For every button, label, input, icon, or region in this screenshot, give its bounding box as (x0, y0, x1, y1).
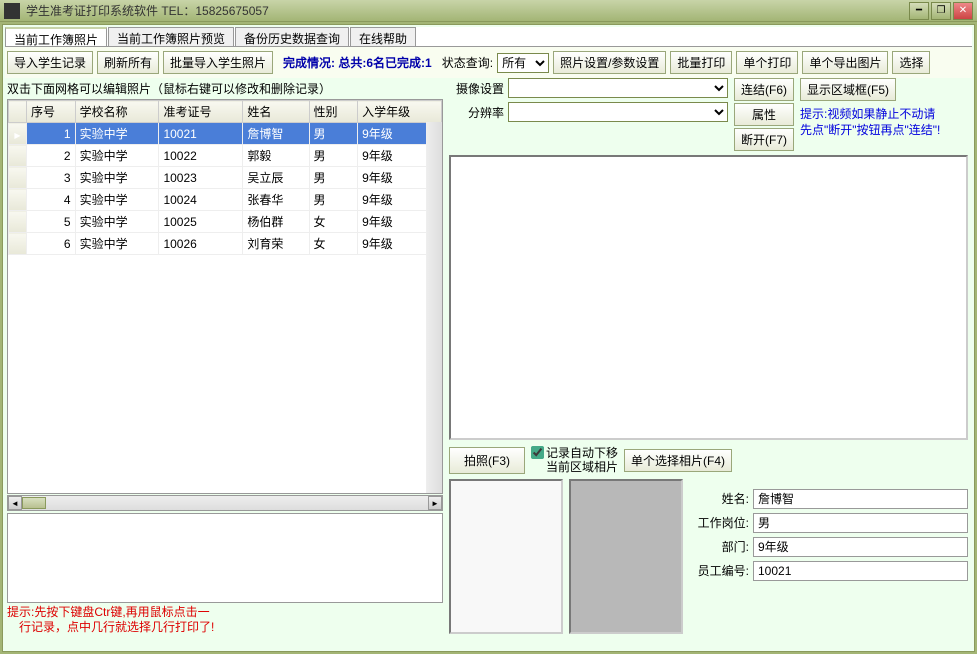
disconnect-button[interactable]: 断开(F7) (734, 128, 794, 151)
student-grid[interactable]: 序号学校名称准考证号姓名性别入学年级 1实验中学10021詹博智男9年级2实验中… (7, 99, 443, 494)
auto-move-label: 记录自动下移当前区域相片 (546, 446, 618, 475)
take-photo-button[interactable]: 拍照(F3) (449, 447, 525, 474)
batch-print-button[interactable]: 批量打印 (670, 51, 732, 74)
col-header[interactable]: 姓名 (243, 101, 309, 123)
app-icon (4, 3, 20, 19)
table-row[interactable]: 4实验中学10024张春华男9年级 (9, 189, 442, 211)
toolbar: 导入学生记录 刷新所有 批量导入学生照片 完成情况: 总共:6名已完成:1 状态… (5, 47, 972, 78)
camera-res-label: 分辨率 (449, 104, 504, 121)
status-query-select[interactable]: 所有 (497, 53, 549, 73)
import-button[interactable]: 导入学生记录 (7, 51, 93, 74)
connect-button[interactable]: 连结(F6) (734, 78, 794, 101)
batch-import-button[interactable]: 批量导入学生照片 (163, 51, 273, 74)
table-row[interactable]: 1实验中学10021詹博智男9年级 (9, 123, 442, 145)
grid-hint: 双击下面网格可以编辑照片（鼠标右键可以修改和删除记录） (7, 78, 443, 99)
col-header[interactable]: 入学年级 (358, 101, 442, 123)
show-region-button[interactable]: 显示区域框(F5) (800, 78, 896, 101)
field-name-input[interactable] (753, 489, 968, 509)
scroll-right-arrow[interactable]: ► (428, 496, 442, 510)
tab-3[interactable]: 在线帮助 (350, 27, 416, 46)
close-button[interactable]: ✕ (953, 2, 973, 20)
field-job-label: 工作岗位: (689, 514, 749, 531)
tab-0[interactable]: 当前工作簿照片 (5, 27, 107, 46)
camera-device-label: 摄像设置 (449, 80, 504, 97)
camera-hint: 提示:视频如果静止不动请先点"断开"按钮再点"连结"! (800, 107, 940, 138)
video-preview (449, 155, 968, 440)
maximize-button[interactable]: ❐ (931, 2, 951, 20)
status-text: 完成情况: 总共:6名已完成:1 (283, 54, 432, 71)
red-hint: 提示:先按下键盘Ctr键,再用鼠标点击一 行记录，点中几行就选择几行打印了! (7, 603, 443, 638)
single-export-button[interactable]: 单个导出图片 (802, 51, 888, 74)
photo-settings-button[interactable]: 照片设置/参数设置 (553, 51, 666, 74)
minimize-button[interactable]: ━ (909, 2, 929, 20)
status-query-label: 状态查询: (442, 54, 493, 71)
table-row[interactable]: 2实验中学10022郭毅男9年级 (9, 145, 442, 167)
window-title: 学生准考证打印系统软件 TEL：15825675057 (26, 2, 909, 19)
col-header[interactable]: 序号 (27, 101, 76, 123)
col-header[interactable]: 准考证号 (159, 101, 243, 123)
scroll-left-arrow[interactable]: ◄ (8, 496, 22, 510)
camera-res-select[interactable] (508, 102, 728, 122)
scroll-thumb[interactable] (22, 497, 46, 509)
field-name-label: 姓名: (689, 490, 749, 507)
auto-move-checkbox[interactable] (531, 446, 544, 459)
tabbar: 当前工作簿照片当前工作簿照片预览备份历史数据查询在线帮助 (5, 27, 972, 47)
props-button[interactable]: 属性 (734, 103, 794, 126)
field-dept-label: 部门: (689, 538, 749, 555)
col-header[interactable]: 学校名称 (75, 101, 159, 123)
field-job-input[interactable] (753, 513, 968, 533)
table-row[interactable]: 3实验中学10023吴立辰男9年级 (9, 167, 442, 189)
tab-2[interactable]: 备份历史数据查询 (235, 27, 349, 46)
field-empid-label: 员工编号: (689, 562, 749, 579)
table-row[interactable]: 5实验中学10025杨伯群女9年级 (9, 211, 442, 233)
photo-slot-2 (569, 479, 683, 634)
refresh-button[interactable]: 刷新所有 (97, 51, 159, 74)
titlebar: 学生准考证打印系统软件 TEL：15825675057 ━ ❐ ✕ (0, 0, 977, 22)
single-print-button[interactable]: 单个打印 (736, 51, 798, 74)
select-button[interactable]: 选择 (892, 51, 930, 74)
left-bottom-panel (7, 513, 443, 603)
grid-hscrollbar[interactable]: ◄ ► (7, 495, 443, 511)
col-header[interactable]: 性别 (309, 101, 358, 123)
table-row[interactable]: 6实验中学10026刘育荣女9年级 (9, 233, 442, 255)
camera-device-select[interactable] (508, 78, 728, 98)
field-empid-input[interactable] (753, 561, 968, 581)
photo-slot-1 (449, 479, 563, 634)
field-dept-input[interactable] (753, 537, 968, 557)
grid-vscrollbar[interactable] (426, 122, 442, 493)
single-select-photo-button[interactable]: 单个选择相片(F4) (624, 449, 732, 472)
tab-1[interactable]: 当前工作簿照片预览 (108, 27, 234, 46)
